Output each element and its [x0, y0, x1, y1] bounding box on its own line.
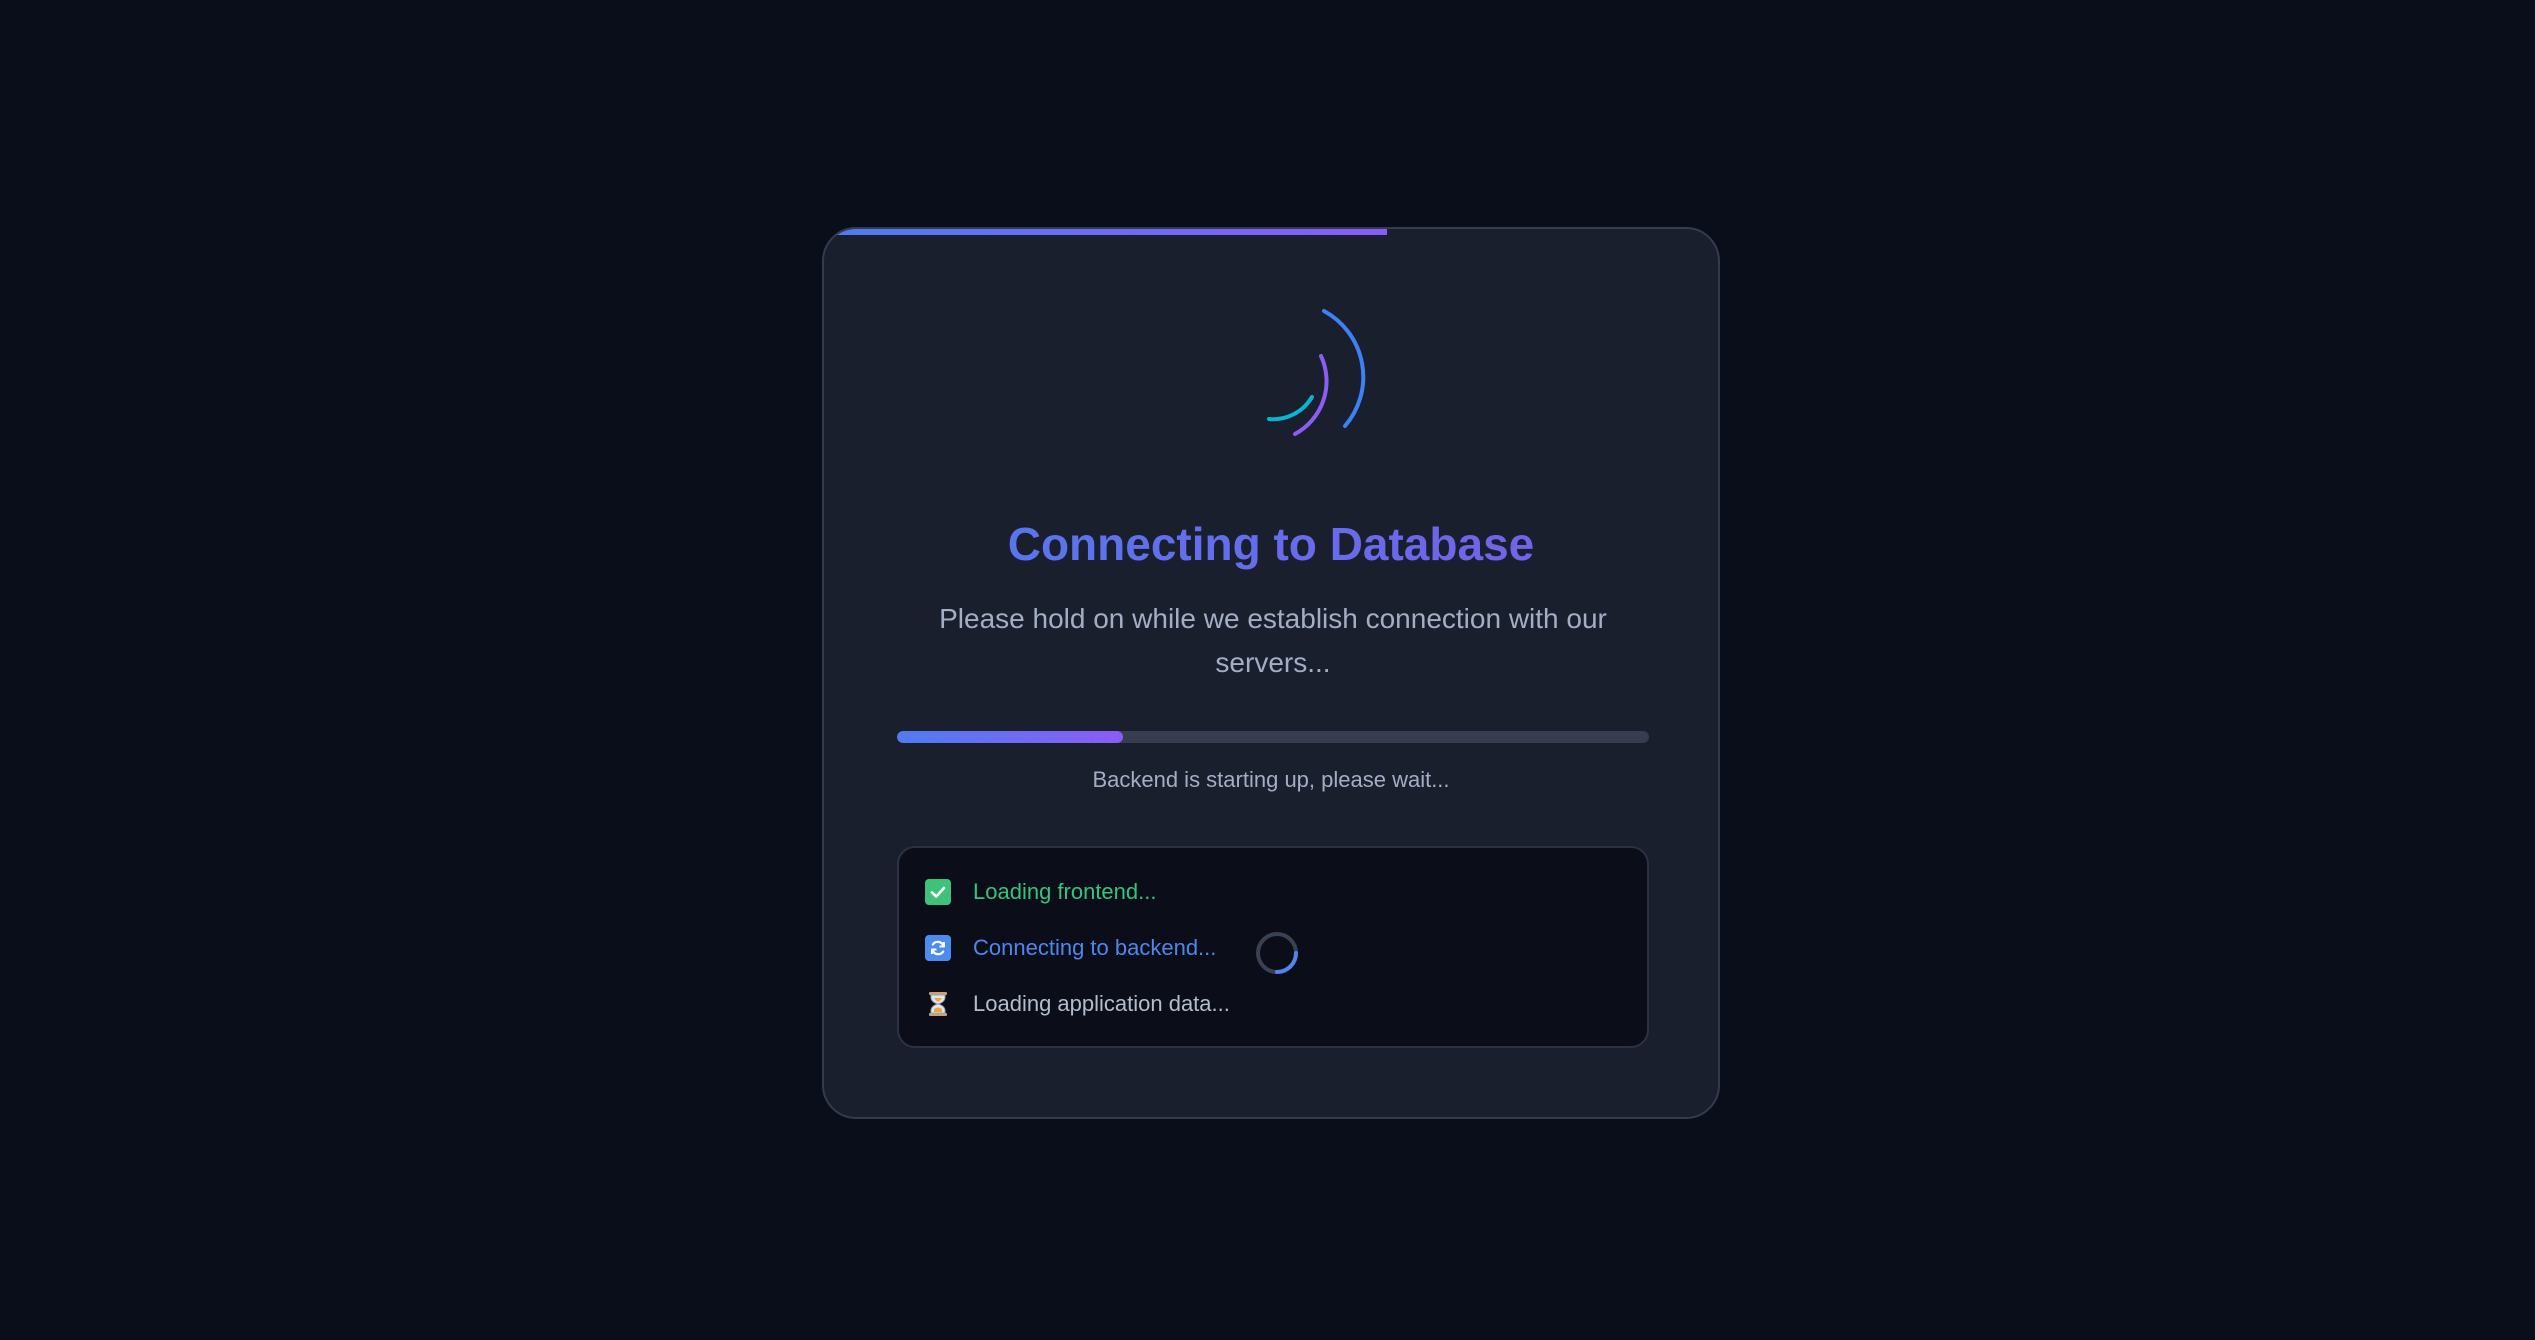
main-progress-bar — [897, 731, 1649, 743]
step-label: Connecting to backend... — [973, 935, 1217, 960]
step-label: Loading application data... — [973, 991, 1230, 1016]
hourglass-icon — [925, 991, 951, 1017]
step-loading-app-data: Loading application data... — [925, 984, 1230, 1024]
page-subtitle: Please hold on while we establish connec… — [939, 603, 1607, 678]
check-box-icon — [925, 879, 951, 905]
loading-screen: Connecting to Database Please hold on wh… — [0, 0, 2535, 1340]
step-label: Loading frontend... — [973, 879, 1157, 904]
status-text: Backend is starting up, please wait... — [1092, 767, 1450, 792]
steps-panel: Loading frontend... Connecting to backen… — [897, 846, 1649, 1048]
step-connecting-backend: Connecting to backend... — [925, 928, 1216, 968]
card-top-progress-bar — [824, 229, 1388, 235]
page-title: Connecting to Database — [824, 517, 1718, 571]
spinner-icon — [1267, 309, 1366, 436]
step-loading-frontend: Loading frontend... — [925, 872, 1156, 912]
loading-spinner-icon — [1256, 932, 1298, 974]
refresh-icon — [925, 935, 951, 961]
loading-card: Connecting to Database Please hold on wh… — [822, 227, 1720, 1119]
main-progress-fill — [897, 731, 1123, 743]
